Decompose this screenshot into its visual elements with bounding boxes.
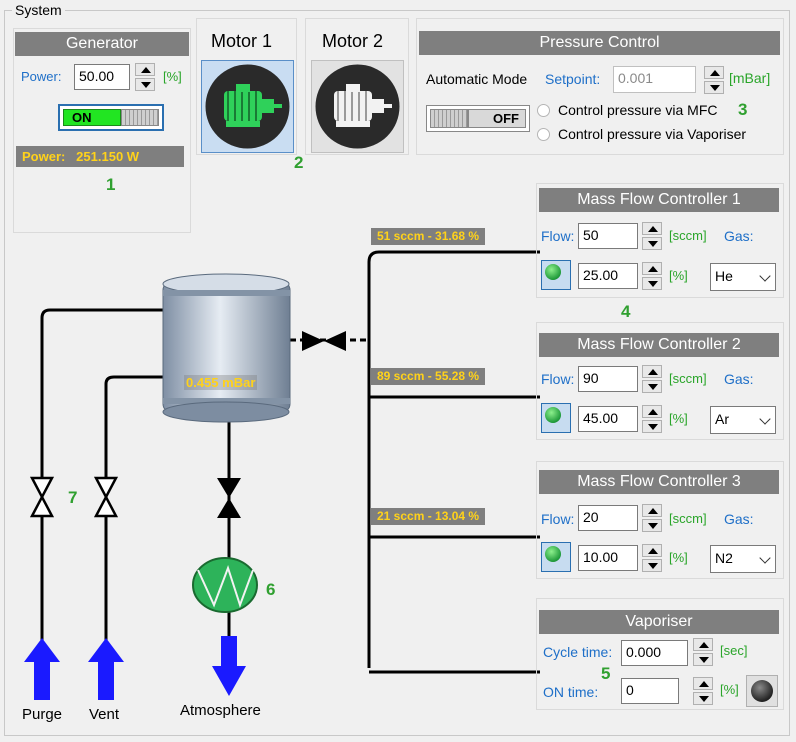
atmosphere-label: Atmosphere: [180, 702, 261, 719]
mfc1-gas-select[interactable]: He: [710, 263, 776, 291]
spin-down-icon[interactable]: [642, 420, 662, 433]
mfc1-line-label: 51 sccm - 31.68 %: [371, 228, 486, 245]
mfc3-flow-input[interactable]: 20: [578, 505, 638, 531]
spin-up-icon[interactable]: [642, 504, 662, 517]
vaporiser-title: Vaporiser: [539, 610, 779, 634]
on-time-input[interactable]: 0: [621, 678, 679, 704]
mfc2-status-icon[interactable]: [541, 403, 571, 433]
purge-arrow-icon: [24, 638, 60, 700]
on-time-label: ON time:: [543, 684, 599, 700]
purge-valve-icon: [29, 476, 55, 518]
purge-pipe: [40, 308, 163, 640]
spin-down-icon[interactable]: [693, 692, 713, 705]
mfc3-percent-input[interactable]: 10.00: [578, 545, 638, 571]
spin-up-icon[interactable]: [693, 677, 713, 690]
mfc1-status-icon[interactable]: [541, 260, 571, 290]
mfc2-flow-spinner[interactable]: [642, 365, 662, 393]
chamber-valve-icon: [302, 331, 346, 351]
pump-icon: [192, 557, 258, 613]
spin-up-icon[interactable]: [642, 222, 662, 235]
marker-4: 4: [621, 302, 631, 321]
mfc2-title: Mass Flow Controller 2: [539, 333, 779, 357]
spin-down-icon[interactable]: [642, 237, 662, 250]
spin-up-icon[interactable]: [693, 638, 713, 651]
mfc2-flow-unit: [sccm]: [669, 371, 707, 386]
spin-down-icon[interactable]: [693, 653, 713, 666]
outlet-arrows: [24, 636, 246, 700]
mfc3-status-icon[interactable]: [541, 542, 571, 572]
mfc1-percent-input[interactable]: 25.00: [578, 263, 638, 289]
vent-arrow-icon: [88, 638, 124, 700]
mfc3-gas-label: Gas:: [724, 511, 754, 527]
on-time-spinner[interactable]: [693, 677, 713, 705]
mfc1-flow-unit: [sccm]: [669, 228, 707, 243]
mfc3-title: Mass Flow Controller 3: [539, 470, 779, 494]
mfc3-flow-label: Flow:: [541, 511, 575, 527]
mfc2-flow-input[interactable]: 90: [578, 366, 638, 392]
manifold-pipe: [367, 250, 540, 668]
mfc3-percent-unit: [%]: [669, 550, 688, 565]
vent-label: Vent: [89, 706, 120, 723]
mfc2-percent-input[interactable]: 45.00: [578, 406, 638, 432]
cycle-time-label: Cycle time:: [543, 644, 613, 660]
marker-5: 5: [601, 664, 611, 683]
mfc3-line-label: 21 sccm - 13.04 %: [371, 508, 486, 525]
mfc2-gas-label: Gas:: [724, 371, 754, 387]
mfc1-percent-unit: [%]: [669, 268, 688, 283]
chamber-icon: [162, 273, 291, 423]
chevron-down-icon: [759, 413, 771, 425]
spin-up-icon[interactable]: [642, 365, 662, 378]
mfc1-title: Mass Flow Controller 1: [539, 188, 779, 212]
mfc2-gas-select[interactable]: Ar: [710, 406, 776, 434]
mfc1-flow-spinner[interactable]: [642, 222, 662, 250]
mfc3-flow-unit: [sccm]: [669, 511, 707, 526]
spin-up-icon[interactable]: [642, 262, 662, 275]
mfc2-line-label: 89 sccm - 55.28 %: [371, 368, 486, 385]
vent-pipe: [104, 375, 163, 640]
mfc1-flow-label: Flow:: [541, 228, 575, 244]
spin-up-icon[interactable]: [642, 544, 662, 557]
mfc1-percent-spinner[interactable]: [642, 262, 662, 290]
mfc3-percent-spinner[interactable]: [642, 544, 662, 572]
mfc1-gas-label: Gas:: [724, 228, 754, 244]
mfc3-gas-select[interactable]: N2: [710, 545, 776, 573]
cycle-time-input[interactable]: 0.000: [621, 640, 688, 666]
mfc2-flow-label: Flow:: [541, 371, 575, 387]
cycle-time-unit: [sec]: [720, 643, 748, 658]
vent-valve-icon: [93, 476, 119, 518]
on-time-unit: [%]: [720, 682, 739, 697]
pump-valve-icon: [217, 478, 241, 518]
spin-down-icon[interactable]: [642, 559, 662, 572]
mfc1-flow-input[interactable]: 50: [578, 223, 638, 249]
mfc3-flow-spinner[interactable]: [642, 504, 662, 532]
cycle-time-spinner[interactable]: [693, 638, 713, 666]
chevron-down-icon: [759, 552, 771, 564]
mfc2-percent-spinner[interactable]: [642, 405, 662, 433]
spin-down-icon[interactable]: [642, 380, 662, 393]
mfc3-gas-value: N2: [715, 550, 733, 566]
atmosphere-arrow-icon: [212, 636, 246, 696]
spin-down-icon[interactable]: [642, 519, 662, 532]
vaporiser-status-icon: [751, 680, 773, 702]
spin-up-icon[interactable]: [642, 405, 662, 418]
mfc1-gas-value: He: [715, 268, 733, 284]
purge-label: Purge: [22, 706, 63, 723]
chevron-down-icon: [759, 270, 771, 282]
chamber-pressure: 0.455 mBar: [184, 375, 258, 390]
vaporiser-status-button[interactable]: [746, 675, 778, 707]
marker-7: 7: [68, 488, 78, 507]
spin-down-icon[interactable]: [642, 277, 662, 290]
mfc2-gas-value: Ar: [715, 411, 729, 427]
mfc2-percent-unit: [%]: [669, 411, 688, 426]
marker-6: 6: [266, 580, 276, 599]
